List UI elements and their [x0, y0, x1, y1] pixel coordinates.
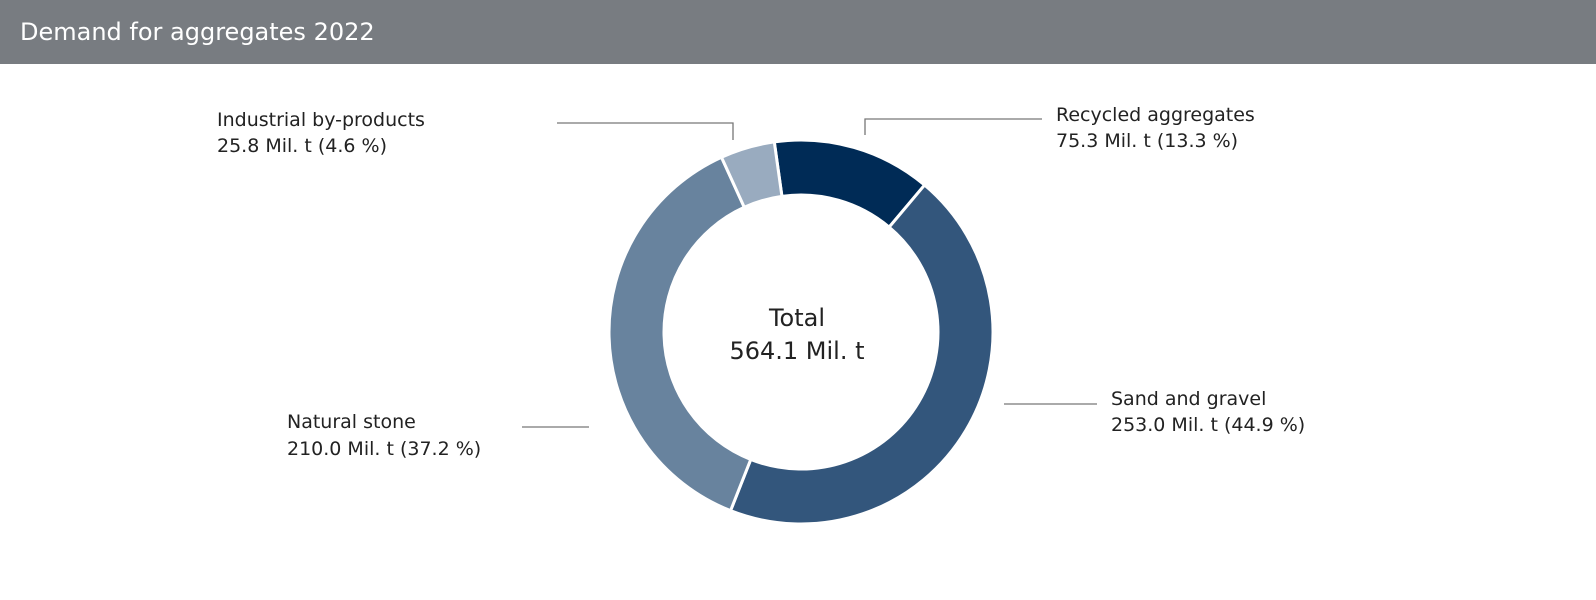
slice-value-recycled: 75.3 Mil. t (13.3 %) [1056, 130, 1238, 152]
slice-label-sand: Sand and gravel [1111, 388, 1266, 410]
donut-chart: Total 564.1 Mil. t Recycled aggregates 7… [217, 104, 1305, 526]
total-label: Total [768, 304, 825, 332]
total-value: 564.1 Mil. t [729, 337, 864, 365]
slice-value-sand: 253.0 Mil. t (44.9 %) [1111, 414, 1305, 436]
leader-line-recycled [864, 118, 1042, 135]
slice-value-natural: 210.0 Mil. t (37.2 %) [287, 438, 481, 460]
slice-natural [607, 155, 753, 513]
slice-label-natural: Natural stone [287, 411, 416, 433]
slice-label-industrial: Industrial by-products [217, 109, 425, 131]
slice-label-recycled: Recycled aggregates [1056, 104, 1255, 126]
slice-value-industrial: 25.8 Mil. t (4.6 %) [217, 135, 387, 157]
leader-line-industrial [557, 122, 734, 140]
donut-slices [607, 138, 995, 526]
